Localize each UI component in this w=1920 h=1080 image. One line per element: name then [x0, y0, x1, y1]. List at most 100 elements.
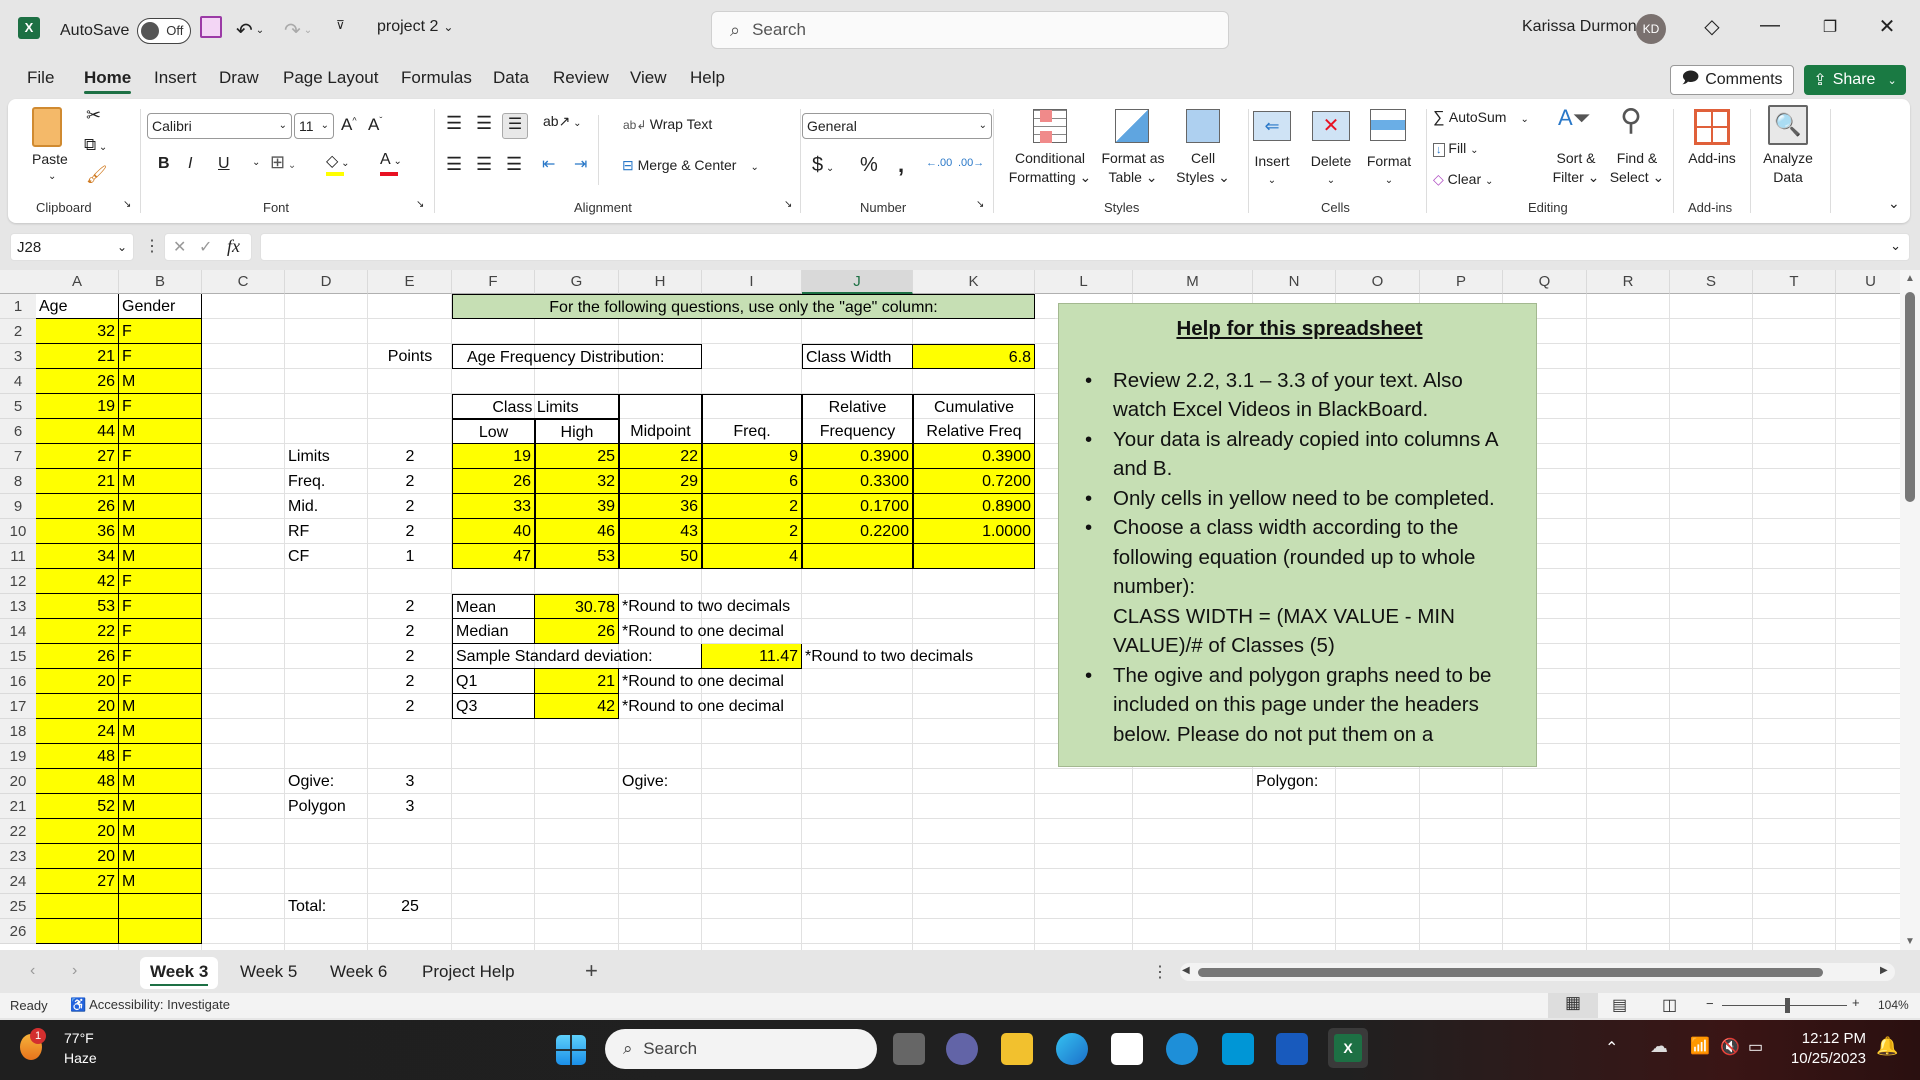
spreadsheet-grid[interactable]: ABCDEFGHIJKLMNOPQRSTU 1 2 3 4 5 6 7 8 9 10 11 12 13 1…	[0, 270, 1900, 950]
column-header-h[interactable]: H	[619, 270, 702, 294]
row-header-7[interactable]: 7	[0, 444, 36, 469]
age-cell[interactable]: 20	[36, 694, 119, 719]
prev-sheet-icon[interactable]: ‹	[30, 962, 35, 980]
cell-b1-gender-header[interactable]: Gender	[119, 294, 202, 319]
sd-value[interactable]: 11.47	[702, 644, 802, 669]
format-as-table-button[interactable]: Format as Table ⌄	[1098, 149, 1168, 187]
row-header-17[interactable]: 17	[0, 694, 36, 719]
formula-input[interactable]: ⌄	[260, 233, 1910, 261]
customize-qat-icon[interactable]: ⊽	[336, 18, 345, 32]
tab-page-layout[interactable]: Page Layout	[283, 68, 378, 88]
freq-table-high[interactable]: 25	[535, 444, 619, 469]
row-header-21[interactable]: 21	[0, 794, 36, 819]
accessibility-status[interactable]: ♿ Accessibility: Investigate	[70, 997, 230, 1013]
row-header-9[interactable]: 9	[0, 494, 36, 519]
gender-cell[interactable]: M	[119, 769, 202, 794]
add-sheet-button[interactable]: +	[585, 958, 598, 984]
low-header[interactable]: Low	[452, 419, 535, 444]
copy-icon[interactable]: ⧉ ⌄	[84, 135, 107, 155]
underline-button[interactable]: U	[218, 155, 230, 173]
freq-table-rf[interactable]: 0.3900	[802, 444, 913, 469]
tab-home[interactable]: Home	[84, 68, 132, 94]
tab-options-icon[interactable]: ⋮	[1152, 962, 1168, 982]
mean-label[interactable]: Mean	[452, 594, 535, 619]
gender-cell[interactable]: M	[119, 794, 202, 819]
row-header-23[interactable]: 23	[0, 844, 36, 869]
scroll-left-icon[interactable]: ◀	[1182, 965, 1190, 976]
row-header-25[interactable]: 25	[0, 894, 36, 919]
sheet-tab-week-6[interactable]: Week 6	[320, 957, 397, 989]
class-width-value[interactable]: 6.8	[913, 344, 1035, 369]
align-top-icon[interactable]: ☰	[446, 113, 462, 134]
delete-cells-icon[interactable]: ✕	[1312, 111, 1350, 141]
tab-insert[interactable]: Insert	[154, 68, 197, 88]
midpoint-header-top[interactable]	[619, 394, 702, 419]
sheet-tab-week-5[interactable]: Week 5	[230, 957, 307, 989]
gender-cell[interactable]: F	[119, 744, 202, 769]
sort-filter-icon[interactable]: A⏷	[1558, 105, 1590, 131]
currency-button[interactable]: $ ⌄	[812, 154, 834, 177]
column-header-l[interactable]: L	[1035, 270, 1133, 294]
task-view-icon[interactable]	[893, 1033, 925, 1065]
number-launcher-icon[interactable]: ↘	[976, 199, 984, 210]
class-width-label[interactable]: Class Width	[802, 344, 913, 369]
conditional-formatting-icon[interactable]	[1033, 109, 1067, 143]
tab-review[interactable]: Review	[553, 68, 609, 88]
onedrive-icon[interactable]: ☁	[1650, 1036, 1668, 1057]
row-header-26[interactable]: 26	[0, 919, 36, 944]
underline-dropdown-icon[interactable]: ⌄	[252, 157, 260, 168]
total-label[interactable]: Total:	[285, 894, 368, 919]
points-label[interactable]: CF	[285, 544, 368, 569]
vertical-scrollbar[interactable]: ▲ ▼	[1900, 270, 1920, 950]
decrease-indent-icon[interactable]: ⇤	[542, 154, 555, 174]
column-header-k[interactable]: K	[913, 270, 1035, 294]
align-middle-icon[interactable]: ☰	[476, 113, 492, 134]
polygon-points-value[interactable]: 3	[368, 794, 452, 819]
autosave[interactable]: AutoSave Off	[60, 18, 192, 44]
q1-value[interactable]: 21	[535, 669, 619, 694]
borders-icon[interactable]: ⊞ ⌄	[270, 152, 296, 173]
collapse-ribbon-icon[interactable]: ⌄	[1888, 195, 1900, 212]
row-header-14[interactable]: 14	[0, 619, 36, 644]
bold-button[interactable]: B	[158, 155, 170, 173]
myhp-icon[interactable]	[1222, 1033, 1254, 1065]
column-header-m[interactable]: M	[1133, 270, 1253, 294]
age-cell[interactable]: 53	[36, 594, 119, 619]
row-header-1[interactable]: 1	[0, 294, 36, 319]
find-select-icon[interactable]: ⚲	[1620, 103, 1642, 138]
q1-label[interactable]: Q1	[452, 669, 535, 694]
freq-table-mid[interactable]: 29	[619, 469, 702, 494]
decrease-decimal-icon[interactable]: .00→	[958, 157, 984, 169]
age-cell[interactable]: 26	[36, 369, 119, 394]
word-icon[interactable]	[1276, 1033, 1308, 1065]
add-ins-icon[interactable]	[1694, 109, 1730, 145]
alignment-launcher-icon[interactable]: ↘	[784, 199, 792, 210]
orientation-icon[interactable]: ab↗ ⌄	[543, 113, 581, 130]
font-size-select[interactable]: 11 ⌄	[294, 113, 334, 139]
freq-table-crf[interactable]: 0.3900	[913, 444, 1035, 469]
gender-cell[interactable]: F	[119, 319, 202, 344]
polygon-header[interactable]: Polygon:	[1253, 769, 1336, 794]
freq-table-freq[interactable]: 2	[702, 519, 802, 544]
freq-dist-title[interactable]: Age Frequency Distribution:	[452, 344, 702, 369]
normal-view-icon[interactable]: ▦	[1548, 993, 1598, 1018]
age-cell[interactable]: 48	[36, 744, 119, 769]
gender-cell[interactable]: F	[119, 569, 202, 594]
search-box[interactable]: ⌕ Search	[711, 11, 1229, 49]
undo-icon[interactable]: ↶ ⌄	[236, 18, 264, 43]
volume-muted-icon[interactable]: 🔇	[1720, 1037, 1740, 1057]
increase-decimal-icon[interactable]: ←.00	[926, 157, 952, 169]
analyze-data-icon[interactable]: 🔍	[1768, 105, 1808, 145]
age-cell[interactable]: 52	[36, 794, 119, 819]
freq-table-mid[interactable]: 22	[619, 444, 702, 469]
polygon-points-label[interactable]: Polygon	[285, 794, 368, 819]
class-limits-header[interactable]: Class Limits	[452, 394, 619, 419]
decrease-font-icon[interactable]: Aˇ	[368, 115, 382, 135]
column-header-e[interactable]: E	[368, 270, 452, 294]
find-select-button[interactable]: Find & Select ⌄	[1608, 149, 1666, 187]
cell-styles-icon[interactable]	[1186, 109, 1220, 143]
freq-table-mid[interactable]: 36	[619, 494, 702, 519]
save-icon[interactable]	[200, 16, 222, 38]
clipboard-launcher-icon[interactable]: ↘	[123, 199, 131, 210]
add-ins-button[interactable]: Add-ins	[1682, 149, 1742, 168]
